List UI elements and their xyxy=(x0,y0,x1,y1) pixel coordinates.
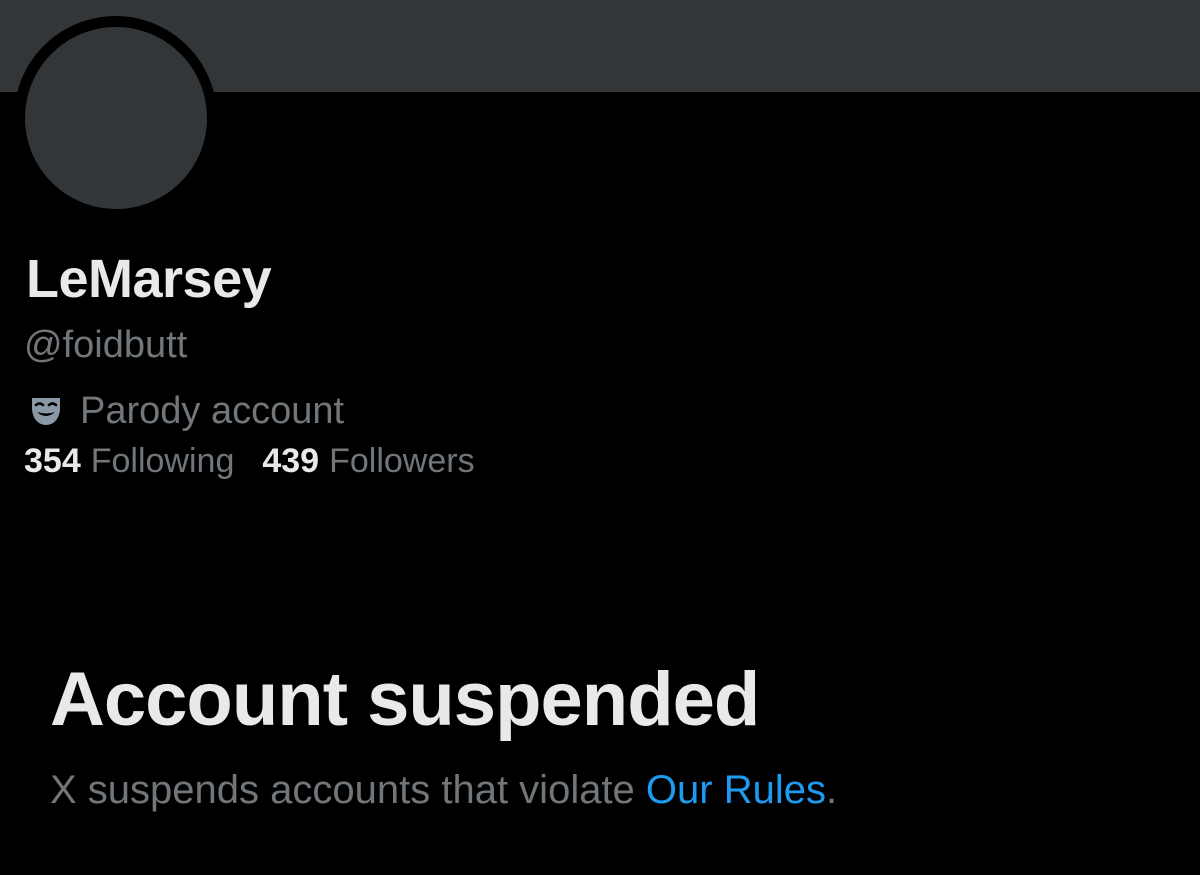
followers-stat[interactable]: 439 Followers xyxy=(262,442,474,481)
avatar[interactable] xyxy=(25,27,207,209)
following-count: 354 xyxy=(24,441,81,480)
display-name: LeMarsey xyxy=(26,249,272,309)
suspension-description-text: X suspends accounts that violate xyxy=(50,768,646,812)
following-stat[interactable]: 354 Following xyxy=(24,442,234,481)
our-rules-link[interactable]: Our Rules xyxy=(646,768,826,812)
suspension-title: Account suspended xyxy=(50,657,760,742)
user-handle: @foidbutt xyxy=(24,324,188,366)
followers-count: 439 xyxy=(262,441,320,480)
suspension-description-end: . xyxy=(825,768,838,812)
following-label: Following xyxy=(90,441,235,480)
followers-label: Followers xyxy=(329,441,475,480)
parody-label: Parody account xyxy=(28,388,344,434)
parody-label-text: Parody account xyxy=(80,389,345,432)
parody-mask-icon xyxy=(28,393,64,429)
follow-stats: 354 Following 439 Followers xyxy=(24,438,475,484)
suspension-description: X suspends accounts that violate Our Rul… xyxy=(50,768,837,813)
